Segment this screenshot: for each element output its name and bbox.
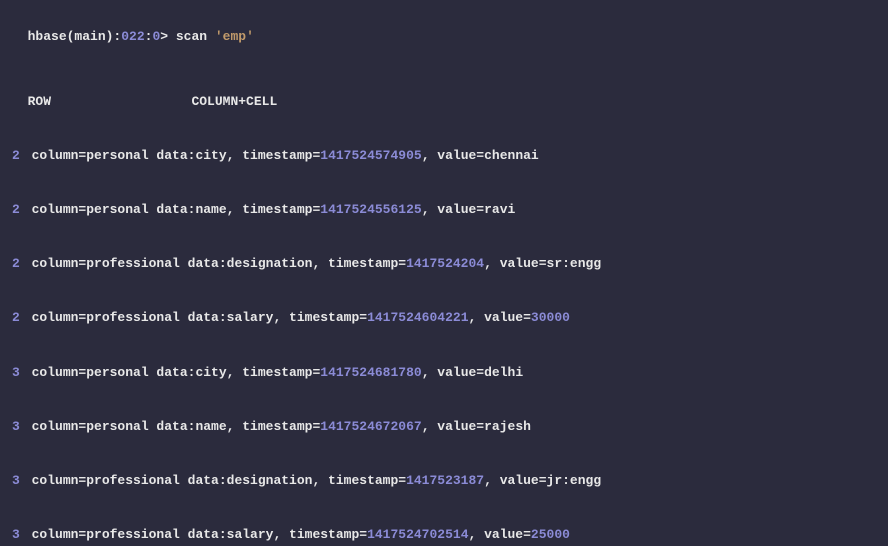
cell-prefix: column=personal data:city, timestamp=: [24, 365, 320, 380]
cell-prefix: column=personal data:name, timestamp=: [24, 419, 320, 434]
cell-value: ravi: [484, 202, 515, 217]
prompt-prefix: hbase(main):: [28, 29, 122, 44]
value-prefix: , value=: [484, 473, 546, 488]
timestamp: 1417524702514: [367, 527, 468, 542]
prompt-seq: 022: [121, 29, 144, 44]
value-prefix: , value=: [469, 527, 531, 542]
row-key: 2: [12, 256, 20, 271]
cell-prefix: column=professional data:designation, ti…: [24, 473, 406, 488]
output-row: 2 column=professional data:designation, …: [12, 255, 876, 273]
cell-value: delhi: [484, 365, 523, 380]
row-key: 3: [12, 527, 20, 542]
output-row: 2 column=personal data:name, timestamp=1…: [12, 201, 876, 219]
cell-prefix: column=professional data:salary, timesta…: [24, 527, 367, 542]
prompt-arrow: > scan: [160, 29, 215, 44]
timestamp: 1417523187: [406, 473, 484, 488]
row-key: 3: [12, 473, 20, 488]
row-key: 3: [12, 419, 20, 434]
value-prefix: , value=: [422, 419, 484, 434]
header-colcell: COLUMN+CELL: [191, 94, 277, 109]
value-prefix: , value=: [422, 202, 484, 217]
cell-prefix: column=personal data:name, timestamp=: [24, 202, 320, 217]
header-row: ROW: [28, 94, 51, 109]
value-prefix: , value=: [422, 148, 484, 163]
cell-value: jr:engg: [547, 473, 602, 488]
row-key: 3: [12, 365, 20, 380]
cell-value: chennai: [484, 148, 539, 163]
output-rows: 2 column=personal data:city, timestamp=1…: [12, 147, 876, 545]
output-row: 3 column=professional data:designation, …: [12, 472, 876, 490]
output-row: 3 column=professional data:salary, times…: [12, 526, 876, 544]
value-prefix: , value=: [484, 256, 546, 271]
timestamp: 1417524574905: [320, 148, 421, 163]
shell-prompt[interactable]: hbase(main):022:0> scan 'emp': [12, 10, 876, 46]
output-row: 2 column=professional data:salary, times…: [12, 309, 876, 327]
timestamp: 1417524672067: [320, 419, 421, 434]
timestamp: 1417524204: [406, 256, 484, 271]
row-key: 2: [12, 310, 20, 325]
timestamp: 1417524681780: [320, 365, 421, 380]
timestamp: 1417524556125: [320, 202, 421, 217]
output-row: 3 column=personal data:name, timestamp=1…: [12, 418, 876, 436]
timestamp: 1417524604221: [367, 310, 468, 325]
cell-prefix: column=professional data:designation, ti…: [24, 256, 406, 271]
cell-value: 25000: [531, 527, 570, 542]
cell-value: sr:engg: [547, 256, 602, 271]
row-key: 2: [12, 202, 20, 217]
prompt-arg: 'emp': [215, 29, 254, 44]
output-row: 3 column=personal data:city, timestamp=1…: [12, 364, 876, 382]
row-key: 2: [12, 148, 20, 163]
cell-value: 30000: [531, 310, 570, 325]
output-header: ROW COLUMN+CELL: [12, 74, 876, 110]
cell-value: rajesh: [484, 419, 531, 434]
value-prefix: , value=: [469, 310, 531, 325]
cell-prefix: column=professional data:salary, timesta…: [24, 310, 367, 325]
output-row: 2 column=personal data:city, timestamp=1…: [12, 147, 876, 165]
cell-prefix: column=personal data:city, timestamp=: [24, 148, 320, 163]
value-prefix: , value=: [422, 365, 484, 380]
